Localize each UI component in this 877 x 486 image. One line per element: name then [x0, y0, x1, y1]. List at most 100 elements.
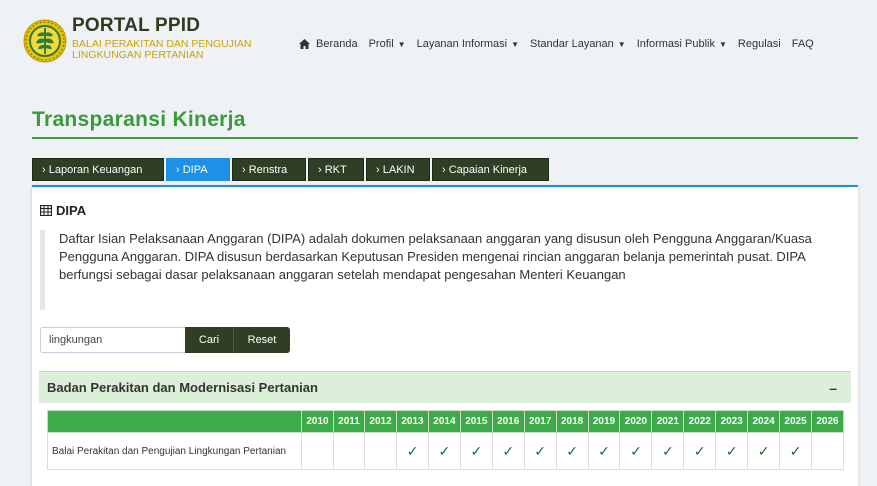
table-header-year: 2023: [715, 410, 749, 433]
nav-faq[interactable]: FAQ: [792, 38, 814, 50]
year-cell[interactable]: ✓: [459, 432, 493, 470]
tab-label: DIPA: [182, 164, 208, 176]
kementan-logo-icon[interactable]: [23, 19, 67, 63]
year-cell[interactable]: ✓: [427, 432, 461, 470]
nav-profil[interactable]: Profil ▼: [369, 38, 406, 50]
tab-label: Renstra: [248, 164, 288, 176]
table-row: Balai Perakitan dan Pengujian Lingkungan…: [47, 432, 844, 470]
table-header-year: 2013: [396, 410, 429, 433]
tab-bar: › Laporan Keuangan › DIPA › Renstra › RK…: [32, 158, 551, 181]
year-cell[interactable]: ✓: [619, 432, 653, 470]
table-header-year: 2018: [555, 410, 589, 433]
year-cell[interactable]: ✓: [587, 432, 621, 470]
table-header-row: 2010 2011 2012 2013 2014 2015 2016 2017 2018 2019…: [47, 410, 844, 433]
year-cell[interactable]: ✓: [715, 432, 749, 470]
tab-label: Capaian Kinerja: [448, 164, 528, 176]
year-cell: [301, 432, 334, 470]
brand-title[interactable]: PORTAL PPID: [72, 15, 200, 37]
year-cell[interactable]: ✓: [396, 432, 429, 470]
table-header-year: 2012: [364, 410, 398, 433]
chevron-right-icon: ›: [42, 164, 46, 176]
check-icon[interactable]: ✓: [758, 443, 770, 459]
tab-laporan-keuangan[interactable]: › Laporan Keuangan: [32, 158, 164, 181]
table-header-year: 2016: [491, 410, 525, 433]
check-icon[interactable]: ✓: [566, 443, 578, 459]
chevron-right-icon: ›: [442, 164, 446, 176]
year-cell[interactable]: ✓: [523, 432, 557, 470]
panel-heading: DIPA: [40, 203, 86, 218]
title-divider: [32, 137, 858, 139]
table-header-year: 2015: [459, 410, 493, 433]
chevron-right-icon: ›: [376, 164, 380, 176]
table-header-year: 2020: [619, 410, 653, 433]
collapse-toggle-icon[interactable]: –: [829, 380, 837, 396]
table-header-year: 2026: [811, 410, 844, 433]
check-icon[interactable]: ✓: [598, 443, 610, 459]
reset-button[interactable]: Reset: [233, 327, 290, 353]
tab-dipa[interactable]: › DIPA: [166, 158, 230, 181]
table-header-year: 2010: [301, 410, 334, 433]
check-icon[interactable]: ✓: [662, 443, 674, 459]
check-icon[interactable]: ✓: [502, 443, 514, 459]
chevron-right-icon: ›: [318, 164, 322, 176]
year-cell[interactable]: ✓: [491, 432, 525, 470]
year-cell: [364, 432, 398, 470]
site-header: PORTAL PPID BALAI PERAKITAN DAN PENGUJIA…: [0, 0, 877, 92]
search-input[interactable]: [40, 327, 185, 353]
nav-label: Informasi Publik: [636, 38, 715, 50]
year-cell[interactable]: ✓: [555, 432, 589, 470]
tab-renstra[interactable]: › Renstra: [232, 158, 306, 181]
check-icon[interactable]: ✓: [407, 443, 419, 459]
nav-beranda[interactable]: Beranda: [299, 38, 358, 50]
check-icon[interactable]: ✓: [726, 443, 738, 459]
main-nav: Beranda Profil ▼ Layanan Informasi ▼ Sta…: [299, 38, 825, 50]
chevron-right-icon: ›: [176, 164, 180, 176]
table-header-year: 2019: [587, 410, 621, 433]
search-form: Cari Reset: [40, 327, 290, 353]
table-header-year: 2021: [651, 410, 685, 433]
tab-label: LAKIN: [382, 164, 415, 176]
tab-capaian-kinerja[interactable]: › Capaian Kinerja: [432, 158, 549, 181]
year-cell: [811, 432, 844, 470]
year-cell[interactable]: ✓: [683, 432, 717, 470]
nav-label: Profil: [368, 38, 394, 50]
nav-layanan-informasi[interactable]: Layanan Informasi ▼: [417, 38, 519, 50]
check-icon[interactable]: ✓: [534, 443, 546, 459]
nav-label: Beranda: [316, 38, 358, 50]
search-button[interactable]: Cari: [185, 327, 233, 353]
home-icon: [299, 39, 310, 49]
row-name-cell: Balai Perakitan dan Pengujian Lingkungan…: [47, 432, 302, 470]
table-body: Balai Perakitan dan Pengujian Lingkungan…: [47, 432, 844, 470]
dipa-table: 2010 2011 2012 2013 2014 2015 2016 2017 2018 2019…: [47, 410, 844, 470]
year-cell[interactable]: ✓: [651, 432, 685, 470]
dipa-description: Daftar Isian Pelaksanaan Anggaran (DIPA)…: [40, 230, 840, 310]
dipa-panel: DIPA Daftar Isian Pelaksanaan Anggaran (…: [32, 185, 858, 486]
check-icon[interactable]: ✓: [790, 443, 802, 459]
table-header-year: 2014: [427, 410, 461, 433]
nav-informasi-publik[interactable]: Informasi Publik ▼: [637, 38, 727, 50]
nav-standar-layanan[interactable]: Standar Layanan ▼: [530, 38, 626, 50]
nav-label: Layanan Informasi: [416, 38, 508, 50]
nav-label: Regulasi: [737, 38, 781, 50]
table-header-year: 2022: [683, 410, 717, 433]
nav-label: FAQ: [791, 38, 814, 50]
tab-lakin[interactable]: › LAKIN: [366, 158, 430, 181]
table-header-year: 2024: [747, 410, 781, 433]
year-cell[interactable]: ✓: [747, 432, 781, 470]
tab-rkt[interactable]: › RKT: [308, 158, 364, 181]
nav-regulasi[interactable]: Regulasi: [738, 38, 781, 50]
table-header-name: [47, 410, 302, 433]
chevron-right-icon: ›: [242, 164, 246, 176]
panel-heading-label: DIPA: [56, 203, 87, 218]
table-header-year: 2011: [332, 410, 366, 433]
check-icon[interactable]: ✓: [694, 443, 706, 459]
group-accordion-header[interactable]: Badan Perakitan dan Modernisasi Pertania…: [39, 371, 851, 403]
table-header-year: 2017: [523, 410, 557, 433]
check-icon[interactable]: ✓: [439, 443, 451, 459]
check-icon[interactable]: ✓: [630, 443, 642, 459]
table-header-year: 2025: [779, 410, 812, 433]
check-icon[interactable]: ✓: [470, 443, 482, 459]
year-cell[interactable]: ✓: [779, 432, 812, 470]
nav-label: Standar Layanan: [530, 38, 614, 50]
year-cell: [332, 432, 366, 470]
